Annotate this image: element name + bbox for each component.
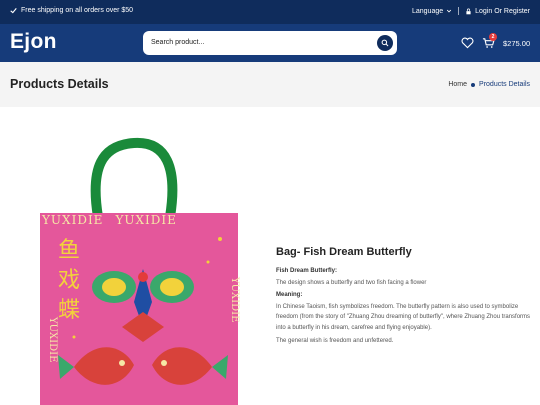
section-title-meaning: Meaning: (276, 291, 303, 298)
bag-print-right: YUXIDIE (229, 276, 240, 322)
search-bar[interactable]: Search product... (143, 31, 397, 55)
page-title-bar: Products Details Home Products Details (0, 62, 540, 107)
bag-brand-1: YUXIDIE (41, 213, 103, 227)
breadcrumb-home[interactable]: Home (448, 81, 467, 88)
breadcrumb-separator (471, 82, 476, 87)
logo[interactable]: Ejon (10, 30, 57, 54)
login-link[interactable]: Login Or Register (465, 8, 530, 15)
main-header: Ejon Search product... 2 $275.00 (0, 24, 540, 62)
language-selector[interactable]: Language (412, 8, 452, 15)
divider (458, 7, 460, 15)
search-button[interactable] (377, 35, 393, 51)
breadcrumb: Home Products Details (448, 81, 530, 88)
heart-icon[interactable] (461, 37, 474, 49)
product-name: Bag- Fish Dream Butterfly (276, 246, 412, 258)
product-details: Bag- Fish Dream Butterfly Fish Dream But… (276, 246, 536, 350)
section-text-design: The design shows a butterfly and two fis… (276, 280, 427, 286)
bag-handle (90, 137, 178, 218)
tote-bag-image: YUXIDIE YUXIDIE YUXIDIE YUXIDIE 鱼 戏 蝶 (40, 137, 240, 405)
login-label: Login Or Register (475, 7, 530, 15)
cart-count-badge: 2 (489, 33, 497, 41)
lock-icon (466, 8, 471, 14)
bag-char-3: 蝶 (58, 298, 80, 323)
bag-char-1: 鱼 (58, 238, 80, 263)
shipping-notice: Free shipping on all orders over $50 (10, 7, 133, 14)
top-bar: Free shipping on all orders over $50 Lan… (0, 0, 540, 24)
bag-brand-2: YUXIDIE (114, 213, 176, 227)
language-label: Language (411, 7, 444, 15)
page-title: Products Details (10, 77, 109, 91)
shipping-text: Free shipping on all orders over $50 (21, 7, 134, 14)
breadcrumb-current: Products Details (479, 81, 530, 88)
section-text-meaning: In Chinese Taoism, fish symbolizes freed… (276, 303, 531, 331)
bag-char-2: 戏 (58, 268, 80, 293)
product-image[interactable]: YUXIDIE YUXIDIE YUXIDIE YUXIDIE 鱼 戏 蝶 (10, 127, 264, 405)
check-icon (10, 8, 17, 14)
search-icon (381, 39, 389, 47)
bag-print-left: YUXIDIE (47, 316, 58, 362)
cart-total[interactable]: $275.00 (503, 39, 530, 48)
search-input[interactable]: Search product... (151, 39, 204, 46)
section-text-wish: The general wish is freedom and unfetter… (276, 338, 394, 344)
section-title-design: Fish Dream Butterfly: (276, 268, 338, 274)
chevron-down-icon (447, 9, 452, 13)
